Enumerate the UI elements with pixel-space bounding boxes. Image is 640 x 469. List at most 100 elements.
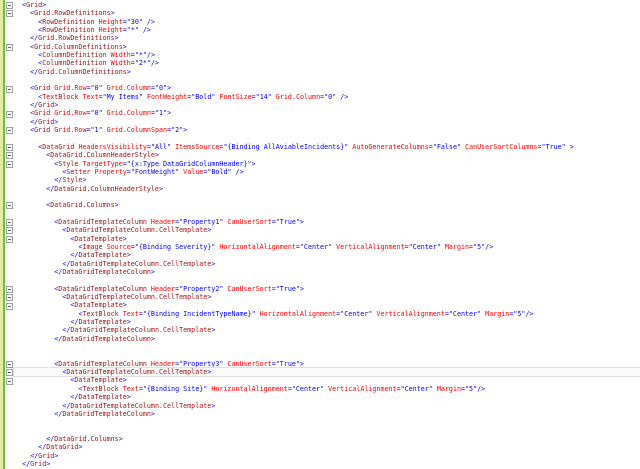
collapse-region-icon[interactable] [6, 2, 13, 9]
xml-tag-name: DataGrid.Columns [50, 201, 115, 210]
code-line[interactable]: <Style TargetType="{x:Type DataGridColum… [14, 160, 640, 168]
code-line[interactable]: </DataGridTemplateColumn.CellTemplate> [14, 402, 640, 410]
code-line[interactable]: <Grid.RowDefinitions> [14, 9, 640, 17]
collapse-region-icon[interactable] [6, 361, 13, 369]
code-line[interactable]: </DataGridTemplateColumn> [14, 410, 640, 418]
code-line[interactable]: </DataGrid.Columns> [14, 435, 640, 443]
collapse-region-icon[interactable] [6, 302, 13, 310]
code-line[interactable]: <Grid Grid.Row="1" Grid.ColumnSpan="2"> [14, 126, 640, 134]
collapse-region-icon[interactable] [6, 152, 13, 160]
code-line[interactable]: <DataTemplate> [14, 235, 640, 243]
collapse-region-icon[interactable] [6, 369, 13, 377]
code-line[interactable] [14, 210, 640, 218]
collapse-region-icon[interactable] [6, 285, 13, 293]
xml-punctuation: > [110, 9, 115, 18]
code-line[interactable]: </Grid.RowDefinitions> [14, 34, 640, 42]
code-line[interactable]: <ColumnDefinition Width="*"/> [14, 51, 640, 59]
code-line[interactable]: <DataTemplate> [14, 301, 640, 309]
collapse-region-icon[interactable] [6, 219, 13, 227]
code-line[interactable] [14, 418, 640, 426]
code-line[interactable]: <Grid Grid.Row="0" Grid.Column="0"> [14, 84, 640, 92]
code-line[interactable]: <RowDefinition Height="*" /> [14, 26, 640, 34]
code-line[interactable]: <Image Source="{Binding Severity}" Horiz… [14, 243, 640, 251]
code-line[interactable]: </DataTemplate> [14, 318, 640, 326]
xml-tag-name: TextBlock [42, 92, 79, 101]
xml-attribute-name: Text [118, 309, 139, 318]
collapse-region-icon[interactable] [6, 294, 13, 302]
code-line[interactable]: <DataGridTemplateColumn.CellTemplate> [13, 367, 640, 378]
code-line[interactable]: <TextBlock Text="My Items" FontWeight="B… [14, 93, 640, 101]
code-line[interactable]: </DataGridTemplateColumn.CellTemplate> [14, 326, 640, 334]
code-line[interactable]: <ColumnDefinition Width="2*"/> [14, 59, 640, 67]
code-line[interactable]: <DataGridTemplateColumn.CellTemplate> [14, 293, 640, 301]
xml-tag-name: DataGridTemplateColumn [58, 217, 147, 226]
code-line[interactable] [14, 343, 640, 351]
collapse-region-icon[interactable] [6, 110, 13, 118]
code-line[interactable]: </Style> [14, 176, 640, 184]
xml-tag-name: TextBlock [82, 384, 119, 393]
code-editor[interactable]: <Grid> <Grid.RowDefinitions> <RowDefinit… [13, 1, 640, 468]
code-line[interactable]: <Grid Grid.Row="0" Grid.Column="1"> [14, 109, 640, 117]
collapse-region-icon[interactable] [6, 377, 13, 385]
code-line[interactable]: </DataGrid> [14, 443, 640, 451]
code-line[interactable]: <DataGrid HeadersVisibility="All" ItemsS… [14, 143, 640, 151]
code-line[interactable]: <DataTemplate> [14, 376, 640, 384]
code-line[interactable]: <DataGridTemplateColumn Header="Property… [14, 360, 640, 368]
code-line[interactable]: <Grid> [14, 1, 640, 9]
code-line[interactable]: <DataGrid.ColumnHeaderStyle> [14, 151, 640, 159]
code-line[interactable]: </Grid.ColumnDefinitions> [14, 68, 640, 76]
xml-attribute-value: "True" [275, 217, 300, 226]
collapse-region-icon[interactable] [6, 85, 13, 93]
code-line[interactable]: <Grid.ColumnDefinitions> [14, 43, 640, 51]
collapse-region-icon[interactable] [6, 143, 13, 151]
code-line[interactable]: </Grid> [14, 118, 640, 126]
collapse-region-icon[interactable] [6, 43, 13, 51]
code-line[interactable]: </DataTemplate> [14, 251, 640, 259]
code-line[interactable]: <DataGridTemplateColumn.CellTemplate> [14, 226, 640, 234]
code-line[interactable]: </DataTemplate> [14, 393, 640, 401]
code-line[interactable] [14, 276, 640, 284]
code-line[interactable] [14, 76, 640, 84]
code-line[interactable]: </Grid> [14, 460, 640, 468]
collapse-region-icon[interactable] [6, 227, 13, 235]
code-line[interactable]: <TextBlock Text="{Binding Site}" Horizon… [14, 385, 640, 393]
xml-punctuation: > [122, 376, 127, 385]
code-line[interactable]: <Setter Property="FontWeight" Value="Bol… [14, 168, 640, 176]
collapse-region-icon[interactable] [6, 127, 13, 135]
collapse-region-icon[interactable] [6, 10, 13, 18]
collapse-region-icon[interactable] [6, 202, 13, 210]
xml-attribute-name: Margin [481, 309, 510, 318]
code-line[interactable]: <TextBlock Text="{Binding IncidentTypeNa… [14, 310, 640, 318]
outlining-margin[interactable] [5, 0, 13, 469]
code-line[interactable]: </DataGridTemplateColumn> [14, 335, 640, 343]
code-line[interactable] [14, 135, 640, 143]
code-line[interactable]: <DataGrid.Columns> [14, 201, 640, 209]
code-line[interactable] [14, 427, 640, 435]
xml-attribute-name: CanUserSortColumns [461, 142, 538, 151]
code-line[interactable]: </DataGridTemplateColumn> [14, 268, 640, 276]
xml-attribute-value: "False" [432, 142, 462, 151]
code-line[interactable]: </DataGrid.ColumnHeaderStyle> [14, 185, 640, 193]
code-line[interactable]: </DataGridTemplateColumn.CellTemplate> [14, 260, 640, 268]
code-line[interactable]: </Grid> [14, 101, 640, 109]
code-line[interactable]: <DataGridTemplateColumn Header="Property… [14, 218, 640, 226]
collapse-region-icon[interactable] [6, 235, 13, 243]
code-line[interactable]: <DataGridTemplateColumn Header="Property… [14, 285, 640, 293]
code-line[interactable] [14, 193, 640, 201]
xml-attribute-value: "2" [171, 126, 184, 135]
xml-punctuation: </ [30, 117, 39, 126]
code-line[interactable]: <RowDefinition Height="30" /> [14, 18, 640, 26]
code-line[interactable]: </Grid> [14, 452, 640, 460]
code-line[interactable] [14, 351, 640, 359]
xml-attribute-value: "30" [126, 17, 143, 26]
collapse-region-icon[interactable] [6, 160, 13, 168]
